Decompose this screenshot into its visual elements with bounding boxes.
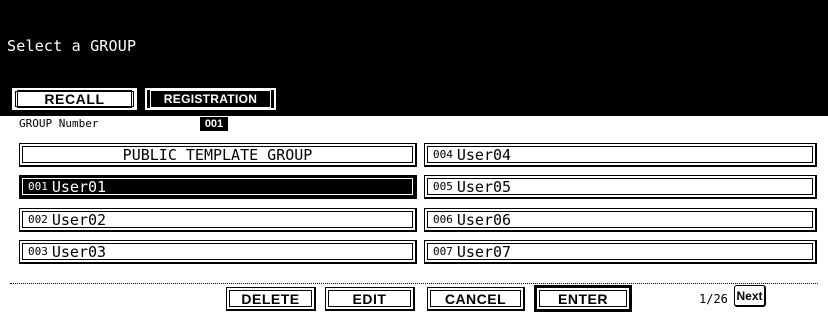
group-item-number: 005 [433,180,453,193]
group-number-value: 001 [200,117,228,131]
group-item-number: 006 [433,213,453,226]
group-item-label: User04 [456,145,512,164]
group-item-number: 004 [433,148,453,161]
enter-button-label: ENTER [539,290,627,307]
delete-button-label: DELETE [229,290,312,307]
cancel-button-label: CANCEL [430,290,521,307]
group-item-public-template[interactable]: PUBLIC TEMPLATE GROUP [19,143,417,167]
group-item-005[interactable]: 005 User05 [424,175,817,199]
next-button[interactable]: Next [734,285,766,307]
tab-recall[interactable]: RECALL [12,88,137,110]
tab-registration-label: REGISTRATION [150,90,271,108]
group-number-label: GROUP Number [19,117,99,130]
group-item-label: User06 [456,210,512,229]
group-item-number: 003 [28,245,48,258]
divider [10,283,818,284]
delete-button[interactable]: DELETE [226,287,316,311]
group-item-label: User01 [51,177,107,196]
group-item-label: User02 [51,210,107,229]
group-item-label: User07 [456,242,512,261]
edit-button-label: EDIT [328,290,411,307]
enter-button[interactable]: ENTER [534,285,632,312]
group-item-007[interactable]: 007 User07 [424,240,817,264]
tab-registration[interactable]: REGISTRATION [145,88,276,110]
group-item-label: User05 [456,177,512,196]
cancel-button[interactable]: CANCEL [427,287,525,311]
page-title: Select a GROUP [7,37,137,55]
group-item-number: 007 [433,245,453,258]
group-item-number: 002 [28,213,48,226]
tab-recall-label: RECALL [17,90,132,108]
group-item-003[interactable]: 003 User03 [19,240,417,264]
group-item-002[interactable]: 002 User02 [19,208,417,232]
edit-button[interactable]: EDIT [325,287,415,311]
group-item-number: 001 [28,180,48,193]
group-item-004[interactable]: 004 User04 [424,143,817,167]
group-item-label: PUBLIC TEMPLATE GROUP [122,145,313,164]
page-indicator: 1/26 [699,292,728,306]
group-item-006[interactable]: 006 User06 [424,208,817,232]
group-item-001[interactable]: 001 User01 [19,175,417,199]
group-item-label: User03 [51,242,107,261]
